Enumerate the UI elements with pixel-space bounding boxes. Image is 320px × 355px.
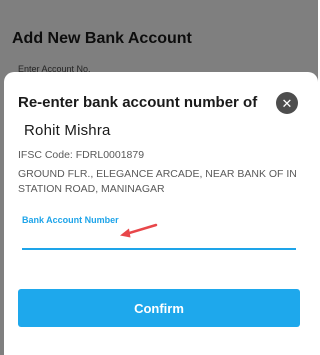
close-icon: ✕ — [281, 95, 293, 111]
annotation-arrow-icon — [120, 223, 158, 238]
reenter-account-modal: Re-enter bank account number of ✕ Rohit … — [4, 72, 318, 355]
branch-address: GROUND FLR., ELEGANCE ARCADE, NEAR BANK … — [18, 168, 297, 195]
modal-title: Re-enter bank account number of — [18, 94, 258, 111]
ifsc-code: IFSC Code: FDRL0001879 — [18, 149, 145, 161]
confirm-button[interactable]: Confirm — [18, 289, 300, 327]
bank-account-number-label: Bank Account Number — [22, 215, 119, 225]
close-button[interactable]: ✕ — [276, 92, 298, 114]
account-holder-name: Rohit Mishra — [24, 122, 111, 139]
screen: Add New Bank Account Enter Account No. R… — [0, 0, 318, 355]
